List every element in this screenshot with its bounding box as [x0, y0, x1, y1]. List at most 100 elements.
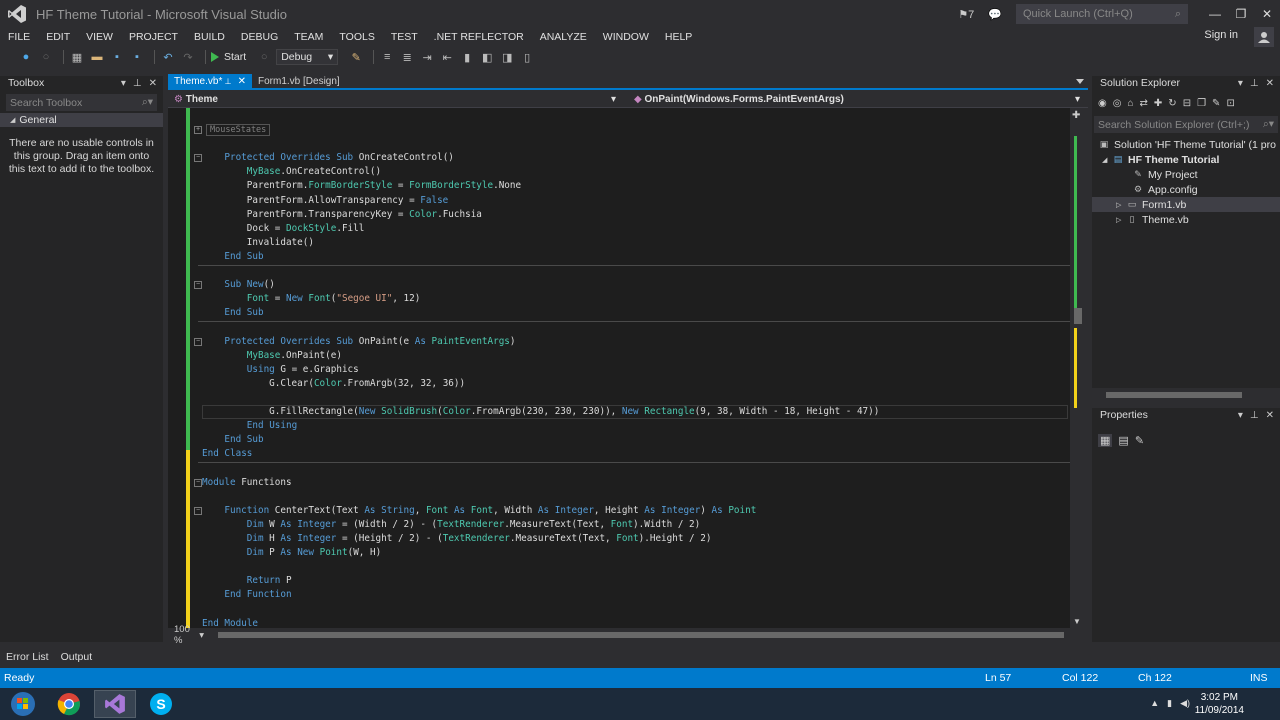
- next-bookmark-icon[interactable]: ◨: [499, 49, 515, 65]
- prev-bookmark-icon[interactable]: ◧: [479, 49, 495, 65]
- bookmark-icon[interactable]: ▮: [459, 49, 475, 65]
- code-line[interactable]: Return P: [202, 574, 292, 588]
- tab-theme-vb[interactable]: Theme.vb* ⊥ ✕: [168, 74, 252, 88]
- preview-icon[interactable]: ⊡: [1226, 98, 1234, 109]
- code-line[interactable]: End Function: [202, 588, 291, 602]
- code-line[interactable]: ParentForm.AllowTransparency = False: [202, 194, 449, 208]
- pending-changes-icon[interactable]: ✚: [1154, 98, 1162, 109]
- scroll-down-icon[interactable]: ▼: [1073, 617, 1081, 626]
- show-all-files-icon[interactable]: ❐: [1197, 98, 1206, 109]
- menu-team[interactable]: TEAM: [286, 31, 331, 43]
- code-line[interactable]: Dock = DockStyle.Fill: [202, 222, 365, 236]
- menu-file[interactable]: FILE: [0, 31, 38, 43]
- code-line[interactable]: End Sub: [202, 250, 263, 264]
- network-icon[interactable]: ▮: [1167, 698, 1172, 709]
- solution-h-scrollbar[interactable]: [1092, 388, 1280, 402]
- avatar-icon[interactable]: [1254, 27, 1274, 47]
- toolbox-search-input[interactable]: Search Toolbox ⌕▾: [6, 94, 157, 111]
- menu-analyze[interactable]: ANALYZE: [532, 31, 595, 43]
- maximize-button[interactable]: ❐: [1228, 7, 1254, 21]
- solution-configuration-select[interactable]: Debug ▾: [276, 49, 339, 65]
- code-line[interactable]: ParentForm.FormBorderStyle = FormBorderS…: [202, 179, 521, 193]
- notifications-button[interactable]: ⚑7: [958, 8, 974, 21]
- indent-icon[interactable]: ⇥: [419, 49, 435, 65]
- code-line[interactable]: Module Functions: [202, 476, 292, 490]
- code-line[interactable]: Protected Overrides Sub OnPaint(e As Pai…: [202, 335, 515, 349]
- collapse-block-icon[interactable]: −: [194, 154, 202, 163]
- dropdown-icon[interactable]: ▾: [121, 78, 126, 89]
- redo-icon[interactable]: ↷: [180, 49, 196, 65]
- h-scroll-thumb[interactable]: [1106, 392, 1242, 398]
- code-line[interactable]: End Sub: [202, 306, 263, 320]
- menu-build[interactable]: BUILD: [186, 31, 233, 43]
- chrome-icon[interactable]: [48, 690, 90, 718]
- forward-icon[interactable]: ◎: [1113, 98, 1122, 109]
- dropdown-icon[interactable]: ▾: [1238, 410, 1243, 421]
- dropdown-icon[interactable]: ▾: [1238, 78, 1243, 89]
- categorized-icon[interactable]: ▦: [1098, 434, 1113, 447]
- collapse-block-icon[interactable]: −: [194, 506, 202, 515]
- code-line[interactable]: End Class: [202, 447, 252, 461]
- find-icon[interactable]: ✎: [348, 49, 364, 65]
- close-icon[interactable]: ✕: [149, 78, 157, 89]
- code-line[interactable]: MyBase.OnCreateControl(): [202, 165, 381, 179]
- code-line[interactable]: Sub New(): [202, 278, 274, 292]
- properties-icon[interactable]: ✎: [1212, 98, 1220, 109]
- attach-icon[interactable]: ○: [256, 49, 272, 65]
- collapse-block-icon[interactable]: −: [194, 478, 202, 487]
- expand-region-icon[interactable]: +: [194, 126, 202, 134]
- taskbar-clock[interactable]: 3:02 PM 11/09/2014: [1195, 691, 1244, 717]
- save-all-icon[interactable]: ▪: [129, 49, 145, 65]
- editor-vertical-scrollbar[interactable]: ✚ ▼: [1070, 108, 1086, 628]
- undo-icon[interactable]: ↶: [160, 49, 176, 65]
- scroll-thumb[interactable]: [1074, 308, 1082, 324]
- code-line[interactable]: Dim P As New Point(W, H): [202, 546, 381, 560]
- menu-window[interactable]: WINDOW: [595, 31, 657, 43]
- clear-bookmark-icon[interactable]: ▯: [519, 49, 535, 65]
- tree-item-solution[interactable]: ▣ Solution 'HF Theme Tutorial' (1 pro: [1092, 137, 1280, 152]
- h-scroll-thumb[interactable]: [218, 632, 1064, 638]
- code-line[interactable]: G.Clear(Color.FromArgb(32, 32, 36)): [202, 377, 465, 391]
- save-icon[interactable]: ▪: [109, 49, 125, 65]
- code-line[interactable]: End Sub: [202, 433, 263, 447]
- pin-icon[interactable]: ⊥: [1250, 410, 1259, 421]
- tree-item-form1[interactable]: ▷ ▭ Form1.vb: [1092, 197, 1280, 212]
- close-icon[interactable]: ✕: [1266, 410, 1274, 421]
- tree-item-my-project[interactable]: ✎ My Project: [1092, 167, 1280, 182]
- visual-studio-taskbar-icon[interactable]: [94, 690, 136, 718]
- back-icon[interactable]: ◉: [1098, 98, 1107, 109]
- collapse-block-icon[interactable]: −: [194, 281, 202, 290]
- collapsed-region[interactable]: MouseStates: [206, 124, 271, 136]
- zoom-level[interactable]: 100 % ▾: [168, 624, 204, 646]
- menu-help[interactable]: HELP: [657, 31, 700, 43]
- close-tab-icon[interactable]: ✕: [238, 76, 246, 87]
- start-button-icon[interactable]: [2, 690, 44, 718]
- property-pages-icon[interactable]: ✎: [1135, 434, 1144, 447]
- code-line[interactable]: Protected Overrides Sub OnCreateControl(…: [202, 151, 454, 165]
- forward-icon[interactable]: ○: [38, 49, 54, 65]
- class-dropdown[interactable]: ⚙ Theme ▾: [168, 94, 622, 105]
- outdent-icon[interactable]: ⇤: [439, 49, 455, 65]
- code-line[interactable]: Dim H As Integer = (Height / 2) - (TextR…: [202, 532, 712, 546]
- back-icon[interactable]: ●: [18, 49, 34, 65]
- quick-launch-input[interactable]: Quick Launch (Ctrl+Q) ⌕: [1016, 4, 1188, 24]
- volume-icon[interactable]: ◀): [1180, 698, 1190, 709]
- code-line[interactable]: Using G = e.Graphics: [202, 363, 359, 377]
- code-line[interactable]: ParentForm.TransparencyKey = Color.Fuchs…: [202, 208, 482, 222]
- tray-arrow-icon[interactable]: ▲: [1150, 698, 1159, 709]
- home-icon[interactable]: ⌂: [1127, 98, 1133, 109]
- tab-form1-design[interactable]: Form1.vb [Design]: [252, 74, 346, 88]
- menu-edit[interactable]: EDIT: [38, 31, 78, 43]
- collapse-block-icon[interactable]: −: [194, 337, 202, 346]
- code-line[interactable]: End Using: [202, 419, 297, 433]
- menu-view[interactable]: VIEW: [78, 31, 121, 43]
- editor-horizontal-scrollbar[interactable]: 100 % ▾: [168, 624, 1086, 646]
- feedback-icon[interactable]: 💬: [988, 8, 1002, 21]
- pin-icon[interactable]: ⊥: [1250, 78, 1259, 89]
- code-line[interactable]: MyBase.OnPaint(e): [202, 349, 342, 363]
- comment-icon[interactable]: ≡: [379, 49, 395, 65]
- tree-item-project[interactable]: ◢ ▤ HF Theme Tutorial: [1092, 152, 1280, 167]
- sign-in-link[interactable]: Sign in: [1204, 29, 1238, 41]
- member-dropdown[interactable]: ◆ OnPaint(Windows.Forms.PaintEventArgs) ▾: [622, 94, 1088, 105]
- solution-search-input[interactable]: Search Solution Explorer (Ctrl+;) ⌕▾: [1094, 116, 1278, 133]
